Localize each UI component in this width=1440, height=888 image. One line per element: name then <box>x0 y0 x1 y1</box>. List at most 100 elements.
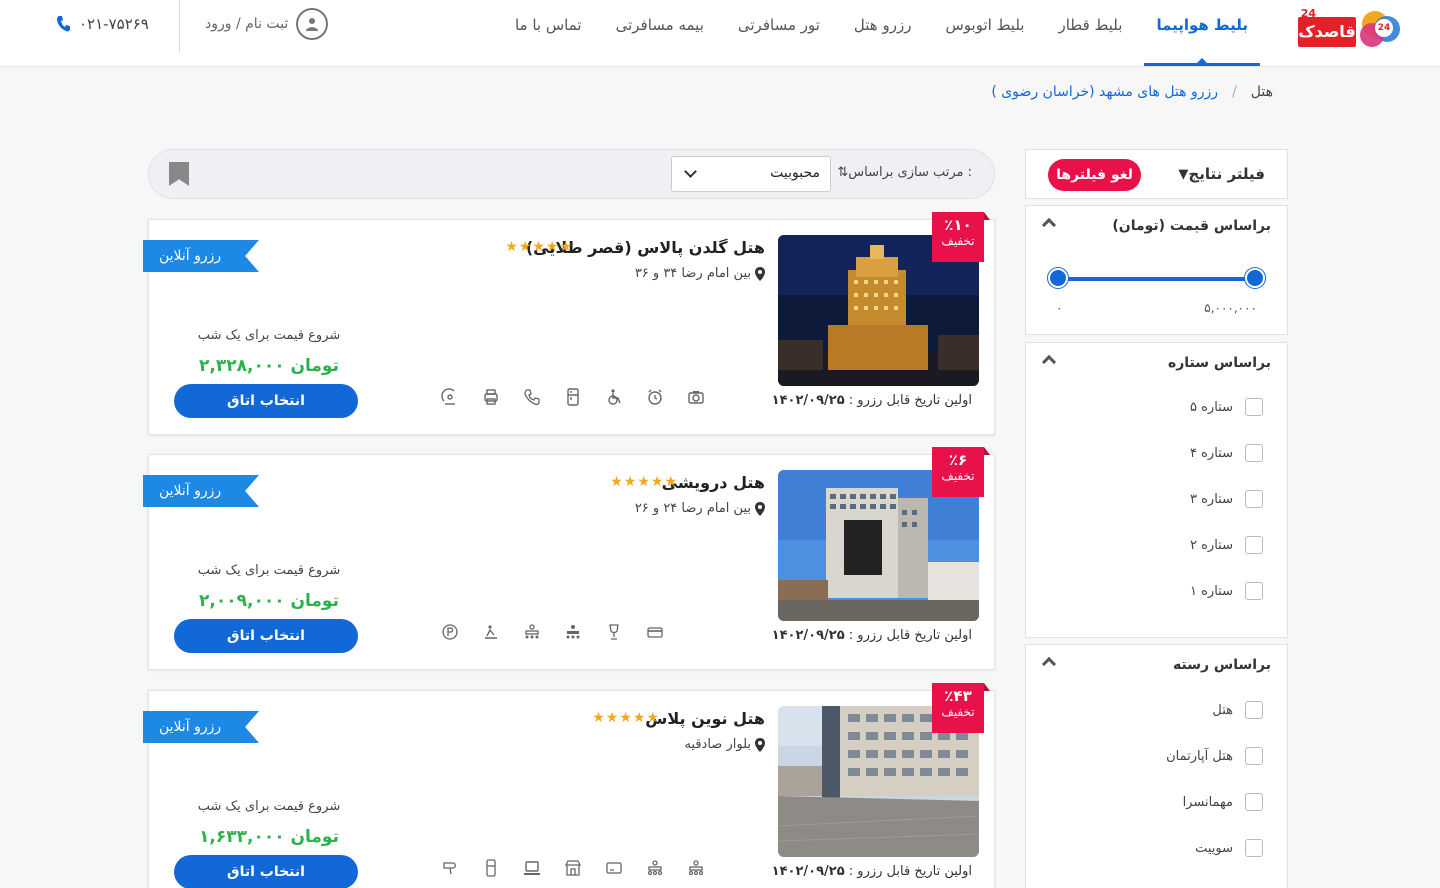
first-available-date: اولین تاریخ قابل رزرو : ۱۴۰۲/۰۹/۲۵ <box>772 393 972 408</box>
category-option[interactable]: مهمانسرا <box>1183 793 1263 811</box>
discount-badge: ٪۱۰ تخفیف <box>932 212 990 262</box>
meeting-icon <box>564 623 582 641</box>
support-phone[interactable]: ۰۲۱-۷۵۲۶۹ <box>55 14 149 34</box>
hotel-address: بین امام رضا ۲۴ و ۲۶ <box>635 501 765 516</box>
amenities-list <box>441 388 728 406</box>
breadcrumb-current[interactable]: رزرو هتل های مشهد (خراسان رضوی ) <box>991 84 1218 100</box>
star-rating: ★★★★★ <box>610 474 678 490</box>
discount-percent: ٪۶ <box>948 451 968 469</box>
select-room-button[interactable]: انتخاب اتاق <box>174 384 358 418</box>
chevron-up-icon[interactable] <box>1041 656 1057 672</box>
nav-contact[interactable]: تماس با ما <box>503 0 594 66</box>
checkbox[interactable] <box>1245 747 1263 765</box>
hotel-address-text: بین امام رضا ۲۴ و ۲۶ <box>634 501 751 516</box>
hotel-card[interactable]: ٪۱۰ تخفیف هتل گلدن پالاس (قصر طلایی) ★★★… <box>143 212 995 435</box>
checkbox[interactable] <box>1245 398 1263 416</box>
category-option[interactable]: هتل <box>1212 701 1263 719</box>
chevron-up-icon[interactable] <box>1041 354 1057 370</box>
sort-select-value: محبوبیت <box>770 165 820 181</box>
breadcrumb: هتل / رزرو هتل های مشهد (خراسان رضوی ) <box>991 84 1273 100</box>
hotel-address: بلوار صادقیه <box>684 737 765 752</box>
price-slider-max-handle[interactable] <box>1245 268 1265 288</box>
card-icon <box>646 623 664 641</box>
star-option[interactable]: ۴ ستاره <box>1190 444 1263 462</box>
star-filter-panel: براساس ستاره ۵ ستاره ۴ ستاره ۳ ستاره ۲ س… <box>1025 342 1288 638</box>
nav-flight[interactable]: بلیط هواپیما <box>1144 0 1260 66</box>
category-option[interactable]: سوییت <box>1195 839 1263 857</box>
bookmark-icon[interactable] <box>169 162 189 186</box>
nav-hotel[interactable]: رزرو هتل <box>842 0 924 66</box>
amenities-list <box>441 859 728 877</box>
logo-wordmark: قاصدک <box>1298 17 1356 47</box>
breadcrumb-home[interactable]: هتل <box>1251 84 1273 100</box>
price-slider-min-handle[interactable] <box>1048 268 1068 288</box>
first-date-label: اولین تاریخ قابل رزرو : <box>848 393 972 408</box>
hotel-name[interactable]: هتل نوین پلاس <box>645 709 765 728</box>
filter-title: ▼ فیلتر نتایج <box>1172 165 1265 183</box>
location-pin-icon <box>755 266 765 281</box>
price-caption: شروع قیمت برای یک شب <box>197 563 341 578</box>
price-value: ۲,۳۲۸,۰۰۰ تومان <box>199 356 339 376</box>
sort-label: ⇅ مرتب سازی براساس : <box>831 165 972 180</box>
price-value: ۱,۶۳۳,۰۰۰ تومان <box>199 827 339 847</box>
checkbox[interactable] <box>1245 839 1263 857</box>
location-pin-icon <box>755 737 765 752</box>
sort-icon: ⇅ <box>837 165 849 180</box>
site-logo[interactable]: 24 قاصدک 24 <box>1298 7 1400 47</box>
logo-badge: 24 <box>1375 19 1393 37</box>
hotel-address-text: بین امام رضا ۳۴ و ۳۶ <box>634 266 751 281</box>
discount-badge: ٪۴۳ تخفیف <box>932 683 990 733</box>
nav-train[interactable]: بلیط قطار <box>1046 0 1134 66</box>
discount-label: تخفیف <box>941 234 975 248</box>
select-room-button[interactable]: انتخاب اتاق <box>174 619 358 653</box>
first-date-label: اولین تاریخ قابل رزرو : <box>848 628 972 643</box>
star-option[interactable]: ۳ ستاره <box>1190 490 1263 508</box>
category-option-label: هتل <box>1212 702 1233 718</box>
select-room-button[interactable]: انتخاب اتاق <box>174 855 358 888</box>
online-booking-ribbon: رزرو آنلاین <box>143 475 259 507</box>
online-booking-ribbon: رزرو آنلاین <box>143 711 259 743</box>
sort-select[interactable]: محبوبیت <box>671 156 831 192</box>
amenities-list <box>441 623 687 641</box>
first-date-value: ۱۴۰۲/۰۹/۲۵ <box>771 393 845 408</box>
price-slider-track[interactable] <box>1058 277 1255 281</box>
filter-header: ▼ فیلتر نتایج لغو فیلترها <box>1025 149 1288 199</box>
nav-bus[interactable]: بلیط اتوبوس <box>933 0 1036 66</box>
checkbox[interactable] <box>1245 582 1263 600</box>
hotel-address-text: بلوار صادقیه <box>684 737 751 752</box>
star-option-label: ۲ ستاره <box>1190 537 1233 553</box>
hotel-card[interactable]: ٪۶ تخفیف هتل درویشی ★★★★★ بین امام رضا ۲… <box>143 447 995 670</box>
funnel-icon: ▼ <box>1178 166 1189 182</box>
checkbox[interactable] <box>1245 490 1263 508</box>
fridge-icon <box>564 388 582 406</box>
discount-badge: ٪۶ تخفیف <box>932 447 990 497</box>
category-option[interactable]: هتل آپارتمان <box>1166 747 1263 765</box>
chevron-down-icon <box>684 165 697 178</box>
star-rating: ★★★★★ <box>505 239 573 255</box>
login-link[interactable]: ثبت نام / ورود <box>205 8 329 40</box>
chevron-up-icon[interactable] <box>1041 217 1057 233</box>
hotel-card[interactable]: ٪۴۳ تخفیف هتل نوین پلاس ★★★★★ بلوار صادق… <box>143 683 995 888</box>
nav-tour[interactable]: تور مسافرتی <box>726 0 832 66</box>
first-available-date: اولین تاریخ قابل رزرو : ۱۴۰۲/۰۹/۲۵ <box>772 628 972 643</box>
laptop-icon <box>523 859 541 877</box>
shop-icon <box>564 859 582 877</box>
checkbox[interactable] <box>1245 701 1263 719</box>
star-option-label: ۴ ستاره <box>1190 445 1233 461</box>
checkbox[interactable] <box>1245 536 1263 554</box>
category-filter-title: براساس رسته <box>1172 657 1271 673</box>
star-option-label: ۳ ستاره <box>1190 491 1233 507</box>
star-option-label: ۱ ستاره <box>1190 583 1233 599</box>
clear-filters-button[interactable]: لغو فیلترها <box>1048 159 1141 191</box>
price-filter-panel: براساس قیمت (تومان) ۰ ۵,۰۰۰,۰۰۰ <box>1025 205 1288 335</box>
nav-insurance[interactable]: بیمه مسافرتی <box>604 0 716 66</box>
star-filter-title: براساس ستاره <box>1167 355 1271 371</box>
star-option[interactable]: ۲ ستاره <box>1190 536 1263 554</box>
star-option[interactable]: ۱ ستاره <box>1190 582 1263 600</box>
card-icon <box>605 859 623 877</box>
checkbox[interactable] <box>1245 793 1263 811</box>
wheelchair-icon <box>605 388 623 406</box>
checkbox[interactable] <box>1245 444 1263 462</box>
star-option[interactable]: ۵ ستاره <box>1190 398 1263 416</box>
price-value: ۲,۰۰۹,۰۰۰ تومان <box>199 591 339 611</box>
